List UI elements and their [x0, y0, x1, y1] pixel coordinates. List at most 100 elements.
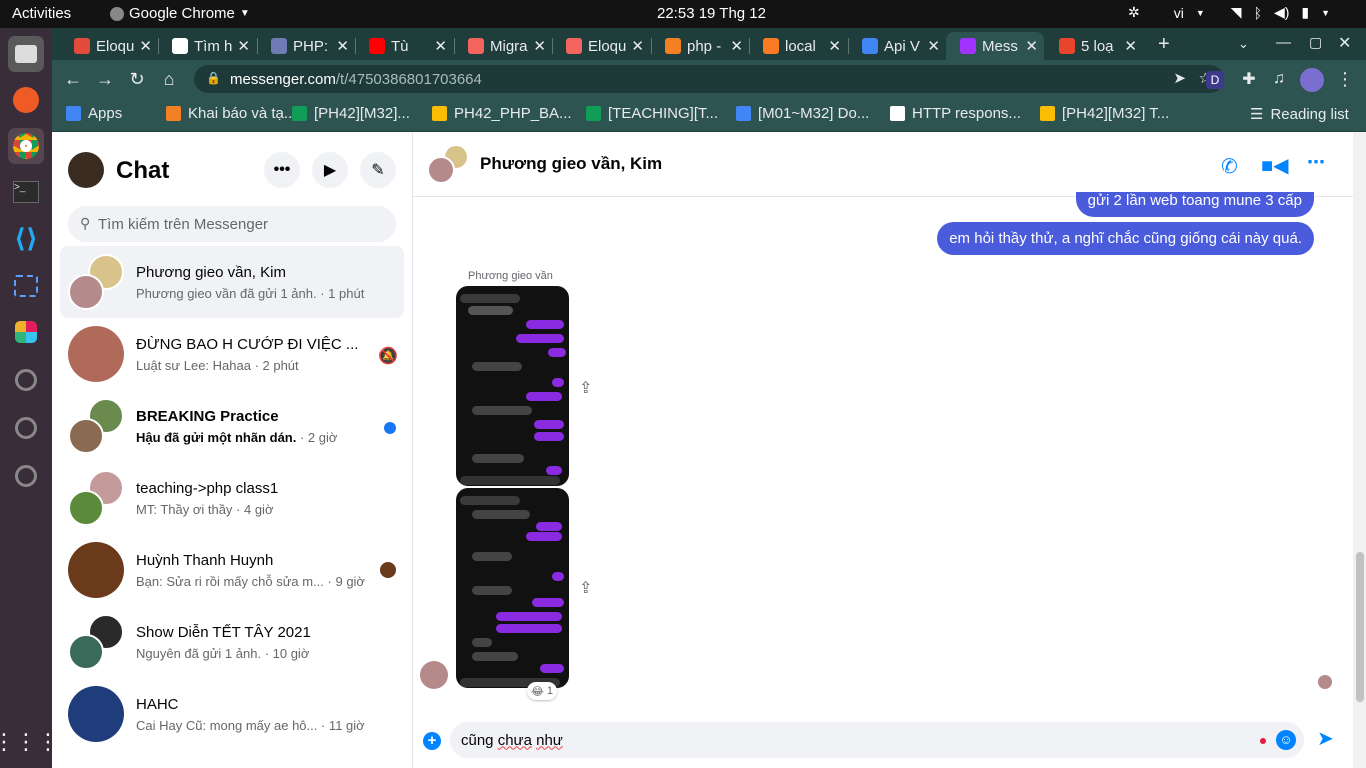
reading-list[interactable]: ☰ Reading list: [1250, 105, 1349, 124]
activities-button[interactable]: Activities: [12, 5, 71, 22]
forward-icon[interactable]: →: [94, 68, 116, 90]
bookmark-item[interactable]: Apps: [66, 105, 122, 122]
search-input[interactable]: ⚲ Tìm kiếm trên Messenger: [68, 206, 396, 242]
show-apps-icon[interactable]: ⋮⋮⋮: [0, 724, 59, 760]
conversation-item[interactable]: Show Diễn TẾT TÂY 2021 Nguyên đã gửi 1 ản…: [60, 606, 404, 678]
bookmark-item[interactable]: [M01~M32] Do...: [736, 105, 869, 122]
close-window-button[interactable]: ✕: [1338, 33, 1351, 53]
vscode-icon[interactable]: ⟨⟩: [8, 220, 44, 256]
new-tab-button[interactable]: +: [1158, 33, 1170, 56]
close-tab-icon[interactable]: ✕: [730, 37, 743, 55]
browser-tab[interactable]: Tù ✕: [355, 32, 453, 60]
video-call-icon[interactable]: ■◀: [1261, 153, 1288, 178]
profile-avatar[interactable]: [1300, 68, 1324, 92]
clock[interactable]: 22:53 19 Thg 12: [657, 5, 766, 22]
emoji-icon[interactable]: ☺: [1276, 730, 1296, 750]
tab-search-icon[interactable]: ⌄: [1238, 36, 1249, 52]
conversation-item[interactable]: HAHC Cai Hay Cũ: mong mấy ae hô... · 11 g…: [60, 678, 404, 750]
close-tab-icon[interactable]: ✕: [533, 37, 546, 55]
slack-icon[interactable]: [8, 314, 44, 350]
group-avatar-2[interactable]: [427, 156, 455, 184]
bookmark-item[interactable]: HTTP respons...: [890, 105, 1021, 122]
close-tab-icon[interactable]: ✕: [828, 37, 841, 55]
bookmark-item[interactable]: Khai báo và tạ...: [166, 105, 296, 122]
disk-icon[interactable]: [8, 458, 44, 494]
browser-tab[interactable]: Eloqu ✕: [552, 32, 650, 60]
scrollbar-thumb[interactable]: [1356, 552, 1364, 702]
language-indicator[interactable]: vi: [1174, 5, 1184, 21]
close-tab-icon[interactable]: ✕: [336, 37, 349, 55]
terminal-icon[interactable]: >_: [8, 174, 44, 210]
conversation-item[interactable]: Phương gieo vần, Kim Phương gieo vần đã g…: [60, 246, 404, 318]
browser-tab[interactable]: Mess ✕: [946, 32, 1044, 60]
audio-call-icon[interactable]: ✆: [1221, 154, 1238, 179]
address-bar[interactable]: 🔒 messenger.com/t/4750386801703664 ➤ ☆: [194, 65, 1224, 93]
new-message-button[interactable]: ✎: [360, 152, 396, 188]
screenshot-line: [472, 362, 522, 371]
conversation-item[interactable]: ĐỪNG BAO H CƯỚP ĐI VIỆC ... Luật sư Lee: …: [60, 318, 404, 390]
options-button[interactable]: •••: [264, 152, 300, 188]
message-input[interactable]: cũng chưa như ☺: [450, 722, 1304, 758]
close-tab-icon[interactable]: ✕: [1124, 37, 1137, 55]
conversation-item[interactable]: Huỳnh Thanh Huynh Bạn: Sửa ri rồi mấy chỗ…: [60, 534, 404, 606]
share-icon[interactable]: ⇪: [579, 378, 592, 398]
disk-icon[interactable]: [8, 410, 44, 446]
sender-avatar[interactable]: [420, 661, 448, 689]
reaction-badge[interactable]: 😂 1: [527, 682, 557, 700]
minimize-button[interactable]: —: [1276, 34, 1291, 51]
close-tab-icon[interactable]: ✕: [434, 37, 447, 55]
conversation-info-icon[interactable]: ⋯: [1307, 152, 1325, 173]
browser-tab[interactable]: Migra ✕: [454, 32, 552, 60]
media-control-icon[interactable]: ♫: [1268, 68, 1290, 90]
outgoing-message[interactable]: gửi 2 lần web toang mune 3 cấp: [1075, 192, 1314, 217]
screenshot-line: [534, 432, 564, 441]
back-icon[interactable]: ←: [62, 68, 84, 90]
add-attachment-button[interactable]: +: [423, 732, 441, 750]
close-tab-icon[interactable]: ✕: [139, 37, 152, 55]
extension-d-icon[interactable]: D: [1206, 71, 1224, 89]
browser-tab[interactable]: Eloqu ✕: [60, 32, 158, 60]
outgoing-message[interactable]: em hỏi thầy thử, a nghĩ chắc cũng giống …: [937, 222, 1314, 255]
conversation-title[interactable]: Phương gieo vần, Kim: [480, 154, 662, 174]
screenshot-icon[interactable]: [8, 268, 44, 304]
reload-icon[interactable]: ↻: [126, 68, 148, 90]
conversation-item[interactable]: teaching->php class1 MT: Thầy ơi thầy · 4…: [60, 462, 404, 534]
app-menu[interactable]: Google Chrome ▼: [110, 5, 250, 22]
send-to-devices-icon[interactable]: ➤: [1173, 69, 1186, 87]
menu-icon[interactable]: ⋮: [1334, 68, 1356, 90]
browser-tab[interactable]: local ✕: [749, 32, 847, 60]
screenshot-line: [546, 466, 562, 475]
browser-tab[interactable]: PHP: ✕: [257, 32, 355, 60]
bookmark-item[interactable]: [TEACHING][T...: [586, 105, 718, 122]
scrollbar[interactable]: [1353, 132, 1366, 768]
close-tab-icon[interactable]: ✕: [631, 37, 644, 55]
close-tab-icon[interactable]: ✕: [1025, 37, 1038, 55]
close-tab-icon[interactable]: ✕: [237, 37, 250, 55]
browser-tab[interactable]: 5 loạ ✕: [1045, 32, 1143, 60]
system-tray[interactable]: ✲ vi ▼ ◥ ᛒ ◀) ▮ ▼: [1128, 4, 1330, 21]
home-icon[interactable]: ⌂: [158, 68, 180, 90]
new-room-button[interactable]: ▶: [312, 152, 348, 188]
image-attachment[interactable]: [456, 488, 569, 688]
bookmark-item[interactable]: [PH42][M32]...: [292, 105, 410, 122]
disk-icon[interactable]: [8, 362, 44, 398]
user-avatar[interactable]: [68, 152, 104, 188]
chrome-icon[interactable]: [8, 128, 44, 164]
files-icon[interactable]: [8, 36, 44, 72]
browser-tab[interactable]: php - ✕: [651, 32, 749, 60]
send-icon[interactable]: ➤: [1317, 726, 1334, 751]
xampp-icon: [763, 38, 779, 54]
extensions-icon[interactable]: ✚: [1238, 68, 1260, 90]
browser-tab[interactable]: Api V ✕: [848, 32, 946, 60]
bookmark-item[interactable]: [PH42][M32] T...: [1040, 105, 1169, 122]
postman-icon[interactable]: [8, 82, 44, 118]
share-icon[interactable]: ⇪: [579, 578, 592, 598]
chevron-down-icon: ▼: [239, 8, 250, 19]
image-attachment[interactable]: [456, 286, 569, 486]
conversation-item[interactable]: BREAKING Practice Hậu đã gửi một nhãn dán…: [60, 390, 404, 462]
browser-tab[interactable]: Tìm h ✕: [158, 32, 256, 60]
bookmark-label: Apps: [88, 105, 123, 122]
bookmark-item[interactable]: PH42_PHP_BA...: [432, 105, 572, 122]
maximize-button[interactable]: ▢: [1309, 34, 1322, 51]
close-tab-icon[interactable]: ✕: [927, 37, 940, 55]
